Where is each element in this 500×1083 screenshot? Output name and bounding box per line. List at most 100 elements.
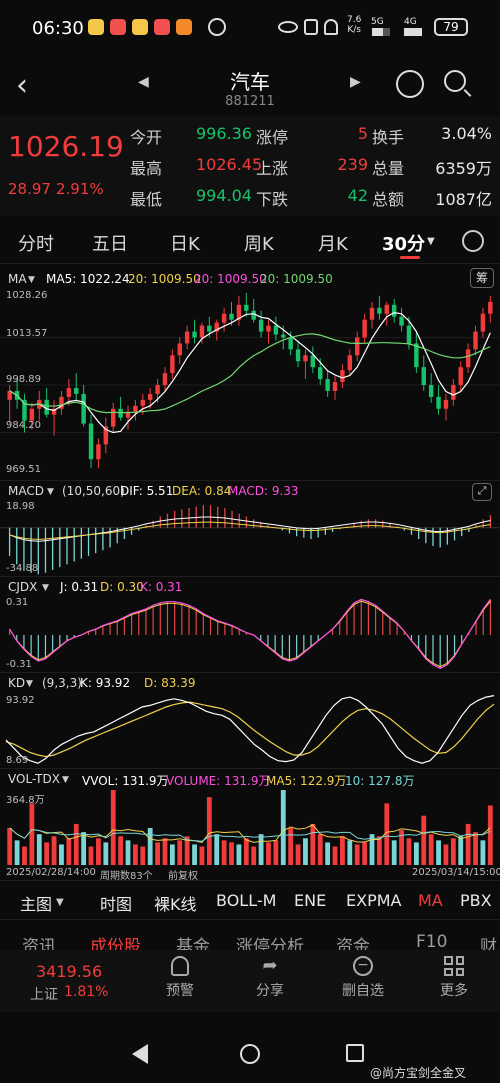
candle-body [318,367,323,380]
alert-button[interactable]: 预警 [160,956,200,1000]
quote-label3-0: 换手 [372,128,405,147]
indicator-vol[interactable]: VOL-TDX [8,772,60,786]
wechat-icon [208,18,226,36]
candle-body [229,313,234,320]
indicator-pbx[interactable]: PBX [460,891,492,910]
candle-body [140,399,146,406]
volume-bar [325,842,331,865]
volume-panel[interactable]: VOL-TDX ▼ VVOL: 131.9万 VOLUME: 131.9万 MA… [0,768,500,882]
volume-bar [125,840,131,865]
net-speed-value: 7.6 [347,15,362,25]
tab-zhouk[interactable]: 周K [244,230,274,256]
next-arrow-icon[interactable]: ▶ [350,74,361,90]
chevron-down-icon[interactable]: ▼ [28,275,35,285]
volume-bar [310,823,316,865]
tab-f10[interactable]: F10 [416,932,447,952]
chevron-down-icon[interactable]: ▼ [56,897,64,908]
kd-d-line [5,701,495,758]
indicator-ene[interactable]: ENE [294,891,326,910]
volume-bar [199,846,205,865]
tab-rik[interactable]: 日K [170,230,200,256]
price-change: 28.97 [8,180,51,198]
macd-y-top: 18.98 [6,501,35,512]
candle-body [155,385,160,394]
volume-bar [206,797,212,865]
share-button[interactable]: ➦ 分享 [250,956,290,1000]
candle-body [81,393,86,424]
volume-bar [251,846,257,865]
quote-label2-2: 下跌 [256,190,289,209]
volume-bar [66,838,72,865]
volume-bar [413,842,419,865]
quote-value2-2: 42 [347,186,368,205]
candle-body [88,423,94,460]
chevron-down-icon[interactable]: ▼ [42,583,49,593]
indicator-kd[interactable]: KD [8,676,25,690]
indicator-ma-active[interactable]: MA [418,891,443,910]
chevron-down-icon[interactable]: ▼ [47,487,54,497]
candle-body [480,313,486,332]
alert-label: 预警 [166,983,194,999]
quote-label3-2: 总额 [372,190,405,209]
volume-bar [465,823,471,865]
page-title: 汽车 [230,70,270,94]
candle-body [436,396,441,409]
remove-watchlist-button[interactable]: − 删自选 [338,956,388,1000]
expand-icon[interactable]: ⤢ [472,483,492,501]
chevron-down-icon[interactable]: ▼ [62,775,69,785]
candle-body [295,349,301,362]
candle-body [369,307,375,320]
quote-value1-2: 994.04 [196,186,252,205]
macd-dif: DIF: 5.51 [120,484,174,498]
tab-wuri[interactable]: 五日 [92,230,128,256]
volume-bar [73,823,79,865]
macd-canvas [0,505,500,575]
search-icon[interactable] [444,70,466,92]
index-value[interactable]: 3419.56 [36,962,102,981]
volume-bar [132,844,138,865]
cjdx-panel[interactable]: CJDX ▼ J: 0.31 D: 0.30 K: 0.31 0.31 -0.3… [0,576,500,672]
indicator-macd[interactable]: MACD [8,484,44,498]
volume-bar [443,844,449,865]
chip-button[interactable]: 筹 [470,268,494,288]
candle-body [428,385,434,397]
chevron-down-icon[interactable]: ▼ [427,236,435,247]
net-speed-unit: K/s [347,25,361,35]
indicator-cjdx[interactable]: CJDX [8,580,37,594]
signal-4g: 4G [404,17,417,27]
indicator-boll[interactable]: BOLL-M [216,891,276,910]
candle-body [110,408,116,427]
indicator-expma[interactable]: EXPMA [346,891,401,910]
candle-body [458,367,463,385]
volume-bar [118,836,124,865]
macd-panel[interactable]: MACD ▼ (10,50,60) DIF: 5.51 DEA: 0.84 MA… [0,480,500,576]
volume-bar [88,846,94,865]
status-bar: 06:30 7.6 K/s 5G 4G 79 [0,0,500,56]
tab-fenshi[interactable]: 分时 [18,230,54,256]
kd-panel[interactable]: KD ▼ (9,3,3) K: 93.92 D: 83.39 93.92 8.6… [0,672,500,768]
vol-volume: VOLUME: 131.9万 [166,774,271,788]
volume-bar [288,828,294,865]
volume-bar [177,840,183,865]
kline-panel[interactable]: MA ▼ MA5: 1022.24 20: 1009.50 20: 1009.5… [0,266,500,480]
indicator-ma[interactable]: MA [8,272,27,286]
indicator-main[interactable]: 主图 [20,891,52,915]
mascot-icon[interactable] [396,70,424,98]
y-label-5: 969.51 [6,464,41,475]
candle-body [488,301,493,314]
nav-recent-icon[interactable] [346,1044,364,1062]
candle-body [96,444,101,460]
tab-30min[interactable]: 30分 [382,230,425,256]
candle-body [118,408,123,418]
nav-home-icon[interactable] [240,1044,260,1064]
indicator-shitu[interactable]: 时图 [100,891,132,915]
nav-back-icon[interactable] [132,1044,148,1064]
volume-bar [473,832,478,865]
more-button[interactable]: 更多 [434,956,474,1000]
tab-yuek[interactable]: 月K [318,230,348,256]
settings-icon[interactable] [462,230,484,252]
tab-active-underline [400,256,420,259]
chevron-down-icon[interactable]: ▼ [26,679,33,689]
indicator-luok[interactable]: 裸K线 [154,891,197,915]
candle-body [29,408,35,421]
